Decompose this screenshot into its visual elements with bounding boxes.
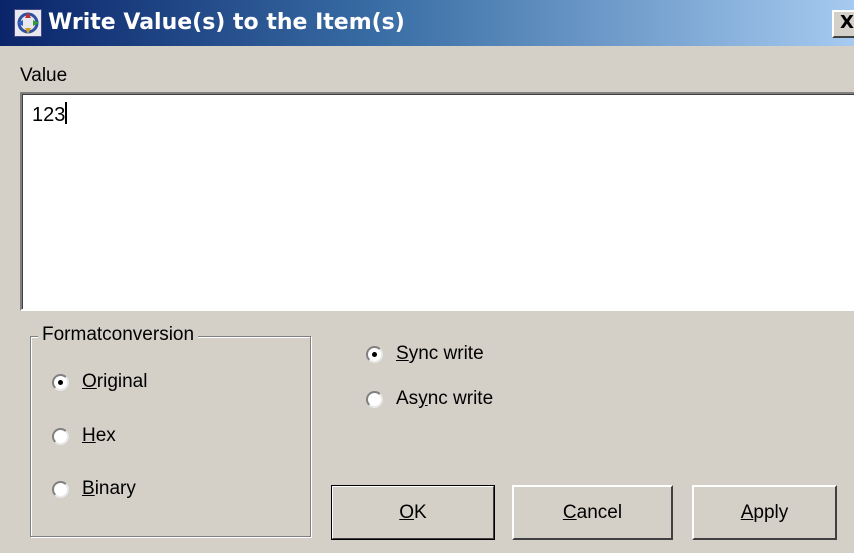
ok-button[interactable]: OK [331, 485, 495, 540]
label-rest: K [414, 502, 427, 523]
accel-char: y [418, 388, 428, 409]
radio-original-label[interactable]: Original [82, 370, 147, 394]
accel-char: B [82, 478, 95, 499]
accel-char: C [562, 502, 577, 523]
app-dialog-icon [14, 9, 42, 37]
apply-button[interactable]: Apply [692, 485, 837, 540]
value-label: Value [20, 65, 68, 86]
radio-original[interactable] [52, 374, 69, 391]
accel-char: S [396, 343, 409, 364]
radio-async-write[interactable] [366, 391, 383, 408]
cancel-button[interactable]: Cancel [512, 485, 673, 540]
formatconversion-groupbox [30, 336, 311, 537]
label-rest: riginal [96, 371, 148, 392]
accel-char: A [740, 502, 754, 523]
accel-char: O [399, 502, 415, 523]
text-caret [65, 102, 68, 124]
window-title: Write Value(s) to the Item(s) [48, 10, 405, 35]
value-text: 123 [32, 104, 66, 126]
label-rest: ancel [576, 502, 623, 523]
label-rest: pply [753, 502, 789, 523]
radio-async-write-label[interactable]: Async write [396, 387, 493, 411]
radio-binary[interactable] [52, 481, 69, 498]
label-rest: inary [94, 478, 136, 499]
radio-binary-label[interactable]: Binary [82, 477, 136, 501]
value-textarea[interactable]: 123 [20, 92, 854, 311]
radio-sync-write-label[interactable]: Sync write [396, 342, 484, 366]
accel-char: H [82, 425, 96, 446]
close-icon: X [840, 12, 854, 33]
formatconversion-title: Formatconversion [38, 323, 199, 347]
radio-sync-write[interactable] [366, 346, 383, 363]
label-pre: As [396, 388, 419, 409]
close-button[interactable]: X [832, 10, 854, 38]
label-rest: ync write [408, 343, 484, 364]
write-values-dialog: Write Value(s) to the Item(s) X Value 12… [0, 0, 854, 553]
title-bar[interactable]: Write Value(s) to the Item(s) X [0, 0, 854, 46]
label-rest: nc write [427, 388, 494, 409]
radio-hex-label[interactable]: Hex [82, 424, 116, 448]
label-rest: ex [95, 425, 116, 446]
accel-char: O [82, 371, 97, 392]
radio-hex[interactable] [52, 428, 69, 445]
